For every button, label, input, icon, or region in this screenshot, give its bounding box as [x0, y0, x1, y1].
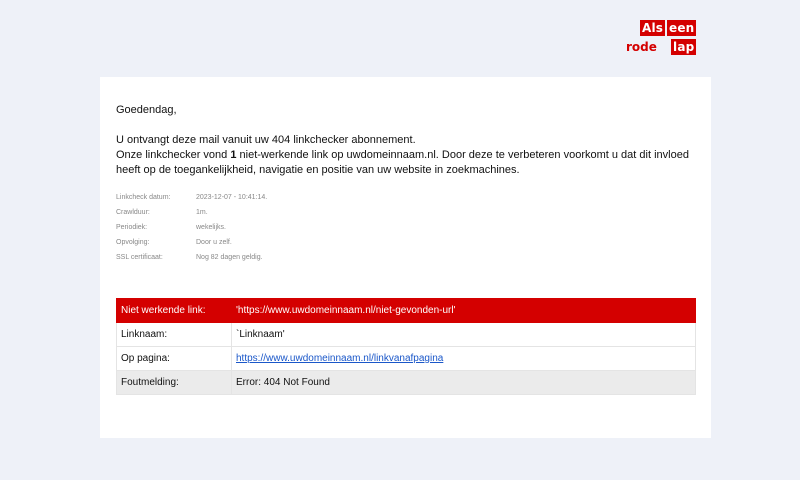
meta-row-period: Periodiek: wekelijks.: [116, 220, 696, 235]
meta-label: Crawlduur:: [116, 209, 150, 216]
email-body: Goedendag, U ontvangt deze mail vanuit u…: [116, 103, 696, 265]
meta-row-date: Linkcheck datum: 2023-12-07 - 10:41:14.: [116, 190, 696, 205]
meta-value: 2023-12-07 - 10:41:14.: [196, 194, 268, 201]
meta-value: Nog 82 dagen geldig.: [196, 254, 263, 261]
logo-word-rode: rode: [626, 40, 657, 54]
meta-row-ssl: SSL certificaat: Nog 82 dagen geldig.: [116, 250, 696, 265]
meta-label: SSL certificaat:: [116, 254, 163, 261]
logo-word-een: een: [667, 20, 697, 36]
logo-word-als: Als: [640, 20, 666, 36]
greeting: Goedendag,: [116, 104, 177, 116]
source-page-label: Op pagina:: [116, 346, 232, 371]
table-row-source-page: Op pagina: https://www.uwdomeinnaam.nl/l…: [116, 346, 696, 371]
meta-label: Opvolging:: [116, 239, 150, 246]
source-page-cell: https://www.uwdomeinnaam.nl/linkvanafpag…: [231, 346, 696, 371]
broken-link-table: Niet werkende link: 'https://www.uwdomei…: [116, 298, 696, 395]
email-card: Goedendag, U ontvangt deze mail vanuit u…: [100, 77, 711, 438]
meta-row-followup: Opvolging: Door u zelf.: [116, 235, 696, 250]
meta-value: wekelijks.: [196, 224, 226, 231]
meta-label: Linkcheck datum:: [116, 194, 171, 201]
intro-line-2-before: Onze linkchecker vond: [116, 149, 231, 161]
meta-value: 1m.: [196, 209, 208, 216]
table-row-error: Foutmelding: Error: 404 Not Found: [116, 370, 696, 395]
source-page-link[interactable]: https://www.uwdomeinnaam.nl/linkvanafpag…: [236, 353, 443, 364]
linkcheck-meta: Linkcheck datum: 2023-12-07 - 10:41:14. …: [116, 190, 696, 265]
error-value: Error: 404 Not Found: [231, 370, 696, 395]
brand-logo: Als een rode lap: [626, 20, 698, 58]
meta-label: Periodiek:: [116, 224, 148, 231]
broken-link-url: 'https://www.uwdomeinnaam.nl/niet-gevond…: [231, 298, 696, 323]
link-name-label: Linknaam:: [116, 322, 232, 347]
logo-word-lap: lap: [671, 39, 697, 55]
intro-line-1: U ontvangt deze mail vanuit uw 404 linkc…: [116, 134, 416, 146]
error-label: Foutmelding:: [116, 370, 232, 395]
broken-link-label: Niet werkende link:: [116, 298, 232, 323]
table-row-link-name: Linknaam: `Linknaam': [116, 322, 696, 347]
meta-row-duration: Crawlduur: 1m.: [116, 205, 696, 220]
link-name-value: `Linknaam': [231, 322, 696, 347]
meta-value: Door u zelf.: [196, 239, 232, 246]
intro-text: U ontvangt deze mail vanuit uw 404 linkc…: [116, 133, 696, 178]
table-row-broken-link: Niet werkende link: 'https://www.uwdomei…: [116, 298, 696, 323]
